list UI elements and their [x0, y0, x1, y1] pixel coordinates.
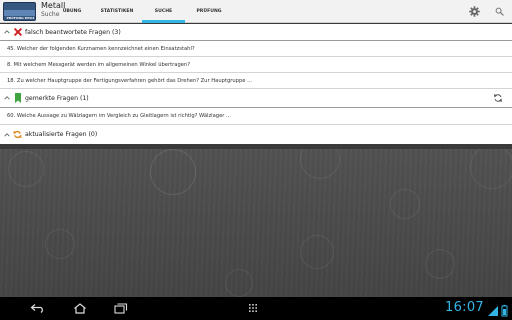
- home-icon[interactable]: [72, 301, 88, 315]
- watermark-seal: [425, 249, 455, 279]
- status-icons[interactable]: [487, 302, 509, 317]
- back-icon[interactable]: [30, 301, 46, 315]
- section-bookmarked[interactable]: gemerkte Fragen (1): [0, 89, 512, 108]
- section-label: falsch beantwortete Fragen (3): [25, 28, 121, 36]
- section-label: aktualisierte Fragen (0): [25, 131, 98, 138]
- question-text: 60. Welche Aussage zu Wälzlagern im Verg…: [7, 113, 232, 119]
- watermark-seal: [225, 269, 253, 297]
- section-wrong-answers[interactable]: falsch beantwortete Fragen (3): [0, 24, 512, 41]
- recent-apps-icon[interactable]: [113, 301, 129, 315]
- app-logo[interactable]: PRÜFUNG MTA2: [3, 2, 36, 21]
- red-x-icon: [13, 27, 22, 37]
- tab-suche[interactable]: SUCHE: [142, 0, 185, 23]
- list-item[interactable]: 45. Welcher der folgenden Kurznamen kenn…: [0, 41, 512, 57]
- watermark-seal: [390, 189, 420, 219]
- action-bar: PRÜFUNG MTA2 Metall Suche ÜBUNG STATISTI…: [0, 0, 512, 23]
- clock[interactable]: 16:07: [445, 300, 484, 315]
- watermark-seal: [45, 229, 75, 259]
- watermark-seal: [8, 151, 44, 187]
- app-logo-label: PRÜFUNG MTA2: [6, 16, 35, 20]
- list-item[interactable]: 18. Zu welcher Hauptgruppe der Fertigung…: [0, 73, 512, 89]
- question-text: 18. Zu welcher Hauptgruppe der Fertigung…: [7, 77, 253, 84]
- chevron-up-icon[interactable]: [3, 132, 11, 137]
- tab-uebung[interactable]: ÜBUNG: [52, 0, 92, 23]
- section-label: gemerkte Fragen (1): [25, 94, 89, 102]
- refresh-icon[interactable]: [492, 92, 504, 104]
- search-icon[interactable]: [491, 3, 507, 19]
- wifi-icon: [488, 306, 498, 316]
- tab-bar: ÜBUNG STATISTIKEN SUCHE PRÜFUNG: [52, 0, 233, 23]
- chevron-up-icon[interactable]: [3, 30, 11, 34]
- system-bar: 16:07: [0, 297, 512, 320]
- tab-pruefung[interactable]: PRÜFUNG: [185, 0, 233, 23]
- gear-icon[interactable]: [466, 3, 482, 19]
- section-updated[interactable]: aktualisierte Fragen (0): [0, 125, 512, 144]
- list-item[interactable]: 8. Mit welchem Messgerät werden im allge…: [0, 57, 512, 73]
- tab-statistiken[interactable]: STATISTIKEN: [92, 0, 142, 23]
- chalkboard-background: [0, 149, 512, 297]
- orange-sync-icon: [13, 130, 22, 140]
- question-text: 8. Mit welchem Messgerät werden im allge…: [7, 61, 190, 68]
- green-bookmark-icon: [13, 93, 22, 103]
- question-text: 45. Welcher der folgenden Kurznamen kenn…: [7, 45, 195, 52]
- chevron-up-icon[interactable]: [3, 96, 11, 100]
- search-results-list: falsch beantwortete Fragen (3) 45. Welch…: [0, 24, 512, 144]
- grid-icon[interactable]: [245, 301, 261, 315]
- watermark-seal: [300, 235, 334, 269]
- list-item[interactable]: 60. Welche Aussage zu Wälzlagern im Verg…: [0, 108, 512, 125]
- watermark-seal: [150, 149, 196, 195]
- watermark-seal: [470, 149, 512, 189]
- watermark-seal: [300, 149, 340, 179]
